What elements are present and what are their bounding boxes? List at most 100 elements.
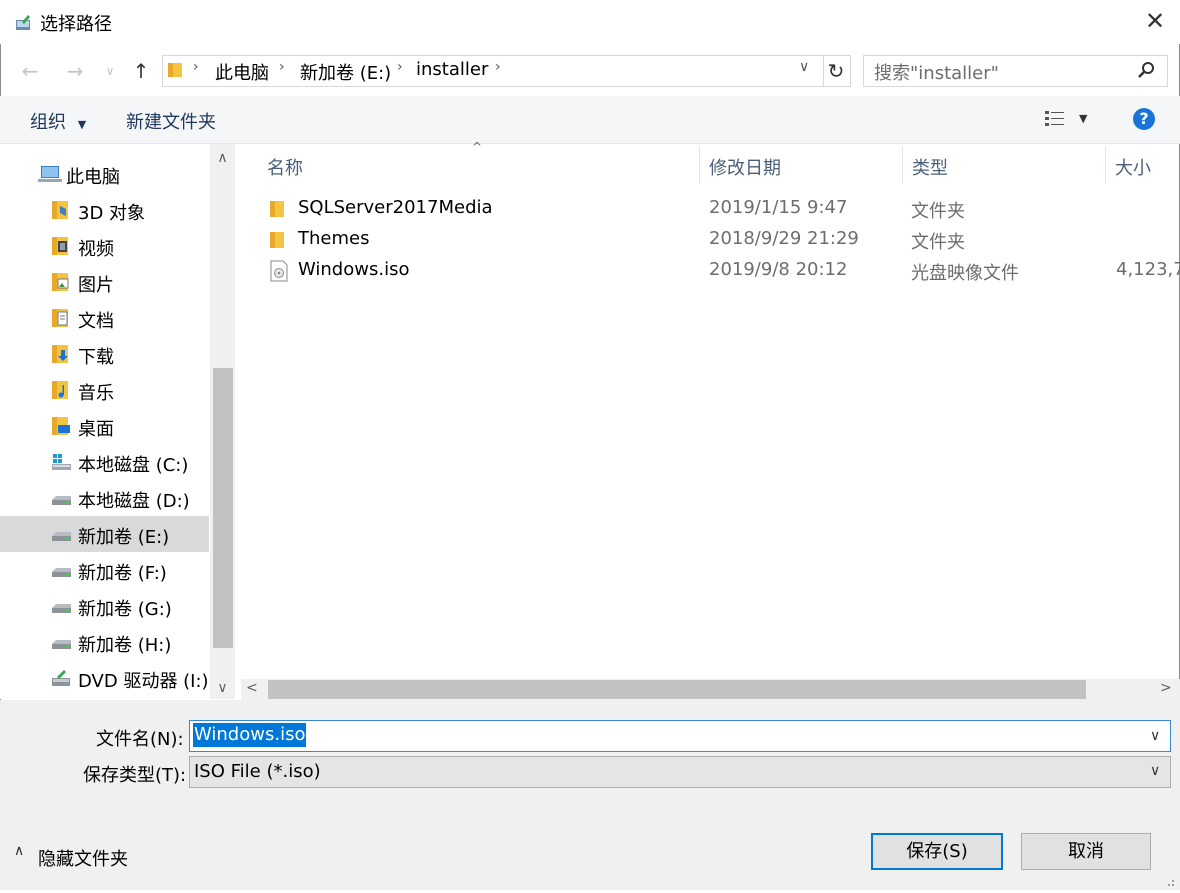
file-name: SQLServer2017Media xyxy=(298,197,493,218)
up-button[interactable]: ↑ xyxy=(127,58,155,84)
save-button[interactable]: 保存(S) xyxy=(871,833,1003,870)
file-size: 4,123,7 xyxy=(1116,259,1180,280)
file-row[interactable]: Themes 2018/9/29 21:29 文件夹 xyxy=(241,225,1180,255)
title-bar xyxy=(0,0,1180,44)
hide-folders-button[interactable]: 隐藏文件夹 xyxy=(38,845,128,871)
refresh-button[interactable]: ↻ xyxy=(822,55,851,87)
file-name: Windows.iso xyxy=(298,259,410,280)
folder-pictures-icon xyxy=(52,273,69,291)
sidebar-item-desktop[interactable]: 桌面 xyxy=(0,408,209,444)
back-button[interactable]: ← xyxy=(16,58,44,84)
column-divider[interactable] xyxy=(699,146,700,184)
folder-desktop-icon xyxy=(52,417,70,435)
dvd-drive-icon xyxy=(52,670,70,686)
navigation-pane: 此电脑 3D 对象 视频 图片 文档 下载 音乐 桌面 本地磁盘 (C:) 本地… xyxy=(0,144,236,699)
sidebar-item-videos[interactable]: 视频 xyxy=(0,228,209,264)
folder-icon xyxy=(270,201,284,217)
cancel-button[interactable]: 取消 xyxy=(1021,833,1151,870)
column-divider[interactable] xyxy=(902,146,903,184)
sidebar-item-label: 新加卷 (H:) xyxy=(78,635,172,656)
file-name: Themes xyxy=(298,228,370,249)
search-placeholder: 搜索"installer" xyxy=(874,63,999,84)
file-type: 文件夹 xyxy=(911,232,965,253)
sidebar-item-dvd-drive[interactable]: DVD 驱动器 (I:) xyxy=(0,660,209,696)
scroll-right-icon[interactable]: > xyxy=(1160,680,1172,696)
sidebar-item-music[interactable]: 音乐 xyxy=(0,372,209,408)
sidebar-item-drive-c[interactable]: 本地磁盘 (C:) xyxy=(0,444,209,480)
app-icon xyxy=(16,15,30,30)
sidebar-item-label: 本地磁盘 (D:) xyxy=(78,491,190,512)
sidebar-item-label: DVD 驱动器 (I:) xyxy=(78,671,209,692)
folder-icon xyxy=(270,232,284,248)
sidebar-item-pictures[interactable]: 图片 xyxy=(0,264,209,300)
sidebar-item-documents[interactable]: 文档 xyxy=(0,300,209,336)
column-header-name[interactable]: 名称 xyxy=(267,154,303,180)
address-bar[interactable]: › 此电脑 › 新加卷 (E:) › installer › ∨ xyxy=(162,55,824,87)
sidebar-item-label: 新加卷 (E:) xyxy=(78,527,170,548)
sidebar-item-label: 音乐 xyxy=(78,383,114,404)
drive-icon xyxy=(52,532,71,541)
sidebar-item-drive-d[interactable]: 本地磁盘 (D:) xyxy=(0,480,209,516)
file-type: 光盘映像文件 xyxy=(911,263,1019,284)
search-icon[interactable] xyxy=(1136,60,1156,80)
chevron-down-icon[interactable]: ∨ xyxy=(799,59,809,75)
file-modified: 2018/9/29 21:29 xyxy=(709,228,859,249)
savetype-select[interactable] xyxy=(189,756,1171,788)
sidebar-item-label: 图片 xyxy=(78,275,114,296)
folder-3d-icon xyxy=(52,201,68,219)
view-options-icon[interactable] xyxy=(1044,109,1066,129)
chevron-down-icon[interactable]: ∨ xyxy=(1150,763,1160,779)
sidebar-scrollbar-thumb[interactable] xyxy=(213,368,233,648)
folder-video-icon xyxy=(52,237,68,255)
sidebar-item-drive-e[interactable]: 新加卷 (E:) xyxy=(0,516,209,552)
folder-music-icon xyxy=(52,381,68,399)
breadcrumb-item[interactable]: 此电脑 xyxy=(215,59,269,85)
folder-downloads-icon xyxy=(52,345,68,363)
organize-label: 组织 xyxy=(30,112,66,133)
savetype-label: 保存类型(T): xyxy=(83,765,187,786)
scroll-left-icon[interactable]: < xyxy=(246,680,258,696)
sidebar-item-downloads[interactable]: 下载 xyxy=(0,336,209,372)
column-header-size[interactable]: 大小 xyxy=(1115,154,1151,180)
help-icon[interactable]: ? xyxy=(1133,108,1155,130)
sidebar-item-drive-h[interactable]: 新加卷 (H:) xyxy=(0,624,209,660)
view-dropdown-icon[interactable]: ▼ xyxy=(1079,112,1087,125)
breadcrumb-separator: › xyxy=(193,59,199,75)
forward-button[interactable]: → xyxy=(61,58,89,84)
recent-locations-button[interactable]: ∨ xyxy=(96,58,124,84)
sidebar-item-label: 桌面 xyxy=(78,419,114,440)
new-folder-button[interactable]: 新建文件夹 xyxy=(126,108,216,134)
dropdown-arrow-icon: ▼ xyxy=(77,118,87,131)
file-row[interactable]: Windows.iso 2019/9/8 20:12 光盘映像文件 4,123,… xyxy=(241,256,1180,286)
organize-button[interactable]: 组织 ▼ xyxy=(30,108,86,134)
column-divider[interactable] xyxy=(1105,146,1106,184)
sidebar-item-3d-objects[interactable]: 3D 对象 xyxy=(0,192,209,228)
chevron-down-icon[interactable]: ∨ xyxy=(1150,728,1160,744)
filename-input[interactable] xyxy=(189,720,1171,752)
system-drive-icon xyxy=(52,454,71,470)
column-header-modified[interactable]: 修改日期 xyxy=(709,154,781,180)
sidebar-item-label: 本地磁盘 (C:) xyxy=(78,455,189,476)
sidebar-item-label: 3D 对象 xyxy=(78,203,146,224)
sort-ascending-icon: ^ xyxy=(472,140,483,154)
filename-value[interactable]: Windows.iso xyxy=(193,723,307,747)
breadcrumb-separator: › xyxy=(397,59,403,75)
chevron-up-icon[interactable]: ∧ xyxy=(14,843,24,859)
close-button[interactable]: ✕ xyxy=(1140,6,1170,36)
scroll-up-icon[interactable]: ∧ xyxy=(210,150,235,166)
computer-icon xyxy=(38,166,62,182)
sidebar-item-drive-f[interactable]: 新加卷 (F:) xyxy=(0,552,209,588)
resize-grip-icon[interactable] xyxy=(1160,872,1176,886)
file-row[interactable]: SQLServer2017Media 2019/1/15 9:47 文件夹 xyxy=(241,194,1180,224)
hscrollbar-thumb[interactable] xyxy=(268,680,1086,699)
sidebar-item-this-pc[interactable]: 此电脑 xyxy=(0,156,209,192)
folder-documents-icon xyxy=(52,309,68,327)
column-header-type[interactable]: 类型 xyxy=(912,154,948,180)
breadcrumb-item[interactable]: 新加卷 (E:) xyxy=(300,59,391,85)
sidebar-item-drive-g[interactable]: 新加卷 (G:) xyxy=(0,588,209,624)
breadcrumb-item[interactable]: installer xyxy=(416,59,488,80)
sidebar-item-label: 新加卷 (G:) xyxy=(78,599,172,620)
sidebar-item-label: 视频 xyxy=(78,239,114,260)
drive-icon xyxy=(52,496,71,505)
scroll-down-icon[interactable]: ∨ xyxy=(210,680,235,696)
